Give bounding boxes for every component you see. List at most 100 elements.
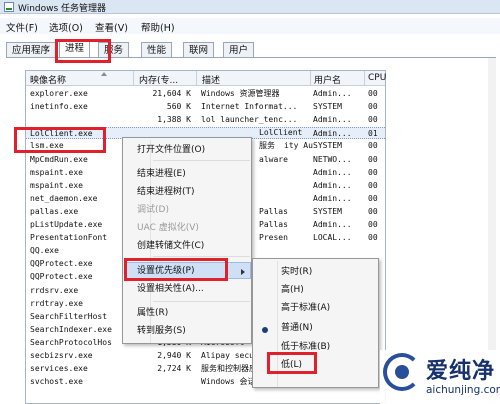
cell-name: pallas.exe — [30, 206, 79, 216]
col-divider[interactable] — [133, 71, 134, 86]
col-cpu[interactable]: CPU — [368, 73, 386, 83]
menu-separator — [153, 160, 250, 161]
table-row[interactable]: inetinfo.exe 560 K Internet Informat... SYS… — [26, 101, 385, 113]
cell-cpu: 00 — [368, 89, 378, 98]
col-divider[interactable] — [364, 71, 365, 86]
col-memory[interactable]: 内存(专... — [139, 73, 178, 86]
menu-properties[interactable]: 属性(R) — [137, 306, 168, 320]
cell-cpu: 00 — [368, 141, 378, 151]
cell-user: NETWO... — [313, 154, 352, 164]
watermark-logo: 爱纯净 aichunjing.com — [380, 350, 500, 404]
selected-radio-icon — [262, 327, 268, 333]
col-divider[interactable] — [310, 71, 311, 86]
menu-view[interactable]: 查看(V) — [95, 20, 128, 34]
table-row[interactable]: 1,388 K lol launcher_tenc... Admin... 00 — [26, 114, 385, 126]
cell-mem: 560 K — [166, 102, 191, 112]
col-description[interactable]: 描述 — [202, 73, 220, 86]
menu-options[interactable]: 选项(O) — [49, 20, 83, 34]
cell-cpu: 00 — [368, 115, 378, 125]
cell-name: MpCmdRun.exe — [30, 154, 88, 164]
cell-name: mspaint.exe — [30, 167, 83, 177]
logo-url: aichunjing.com — [426, 384, 500, 396]
cell-user: Admin... — [313, 129, 352, 139]
tab-performance[interactable]: 性能 — [141, 42, 173, 58]
cell-desc-partial: LolClient — [259, 128, 303, 138]
cell-cpu: 00 — [368, 220, 378, 229]
menu-open-file-location[interactable]: 打开文件位置(O) — [137, 143, 205, 157]
cell-name: services.exe — [30, 364, 88, 374]
cell-name: SearchProtocolHos — [30, 337, 112, 347]
menu-go-to-service[interactable]: 转到服务(S) — [137, 324, 186, 338]
menu-end-process[interactable]: 结束进程(E) — [137, 167, 186, 181]
table-row[interactable]: explorer.exe 21,604 K Windows 资源管理器 Admin..… — [26, 88, 385, 100]
cell-name: QQ.exe — [30, 246, 59, 256]
submenu-arrow-icon — [241, 269, 245, 275]
cell-user: Admin... — [313, 180, 352, 190]
cell-user: Admin... — [313, 220, 352, 229]
cell-desc-partial: Presen — [259, 233, 288, 243]
cell-cpu: 00 — [368, 180, 378, 190]
cell-mem: 1,388 K — [157, 115, 191, 125]
sort-arrow-icon — [101, 72, 107, 76]
list-header: 映像名称 内存(专... 描述 用户名 CPU — [26, 71, 386, 86]
cell-desc: Internet Informat... — [201, 102, 298, 112]
priority-normal[interactable]: 普通(N) — [281, 321, 313, 335]
priority-above-normal[interactable]: 高于标准(A) — [281, 301, 330, 315]
col-divider[interactable] — [196, 71, 197, 86]
cell-user: SYSTEM — [313, 206, 342, 216]
menu-separator — [153, 301, 250, 302]
cell-name: SearchIndexer.exe — [30, 324, 112, 334]
tab-users[interactable]: 用户 — [223, 42, 255, 58]
window-title: Windows 任务管理器 — [18, 4, 107, 14]
menu-bar: 文件(F) 选项(O) 查看(V) 帮助(H) — [0, 18, 500, 34]
cell-name: inetinfo.exe — [30, 102, 88, 112]
highlight-box-lolclient — [14, 127, 106, 153]
menu-file[interactable]: 文件(F) — [6, 20, 38, 34]
cell-cpu: 01 — [368, 129, 378, 139]
tab-networking[interactable]: 联网 — [183, 42, 215, 58]
menu-separator — [153, 256, 250, 257]
cell-cpu: 00 — [368, 154, 378, 164]
cell-name: secbizsrv.exe — [30, 351, 93, 360]
col-user[interactable]: 用户名 — [314, 73, 341, 86]
cell-desc-partial: alware — [259, 154, 288, 164]
cell-name: rrdsrv.exe — [30, 285, 79, 295]
menu-end-process-tree[interactable]: 结束进程树(T) — [137, 185, 195, 199]
cell-desc: Windows 资源管理器 — [201, 89, 280, 98]
cell-name: SearchFilterHost — [30, 311, 108, 321]
cell-cpu: 00 — [368, 233, 378, 243]
tab-applications[interactable]: 应用程序 — [6, 42, 57, 58]
cell-desc: lol launcher_tenc... — [201, 115, 298, 125]
priority-realtime[interactable]: 实时(R) — [281, 265, 312, 279]
menu-set-affinity[interactable]: 设置相关性(A)... — [137, 282, 204, 296]
cell-user: Admin... — [313, 89, 352, 98]
task-manager-icon — [4, 2, 14, 12]
logo-mark-icon — [383, 353, 421, 391]
highlight-box-set-priority — [124, 258, 228, 281]
menu-create-dump-file[interactable]: 创建转储文件(C) — [137, 239, 204, 253]
cell-user: LOCAL... — [313, 233, 352, 243]
cell-user: Admin... — [313, 115, 352, 125]
cell-cpu: 00 — [368, 193, 378, 203]
cell-desc-partial: Pallas — [259, 206, 288, 216]
cell-name: QQProtect.exe — [30, 272, 93, 282]
cell-name: net_daemon.exe — [30, 193, 98, 203]
cell-cpu: 00 — [368, 167, 378, 177]
cell-user: SYSTEM — [313, 102, 342, 112]
cell-desc-partial: ity Au — [284, 141, 313, 151]
cell-user: Admin... — [313, 167, 352, 177]
col-image-name[interactable]: 映像名称 — [30, 73, 66, 86]
cell-cpu: 00 — [368, 102, 378, 112]
cell-name: PresentationFont — [30, 233, 108, 243]
cell-mem: 2,724 K — [157, 364, 191, 374]
priority-high[interactable]: 高(H) — [281, 283, 304, 297]
cell-desc-partial: Pallas — [259, 220, 288, 229]
cell-mem: 2,940 K — [157, 351, 191, 360]
logo-text: 爱纯净 — [426, 359, 496, 384]
cell-name: QQProtect.exe — [30, 259, 93, 269]
highlight-box-processes-tab — [55, 39, 111, 63]
title-bar: Windows 任务管理器 — [0, 0, 500, 14]
menu-help[interactable]: 帮助(H) — [141, 20, 175, 34]
cell-mem: 21,604 K — [152, 89, 191, 98]
highlight-box-low-priority — [267, 352, 317, 374]
